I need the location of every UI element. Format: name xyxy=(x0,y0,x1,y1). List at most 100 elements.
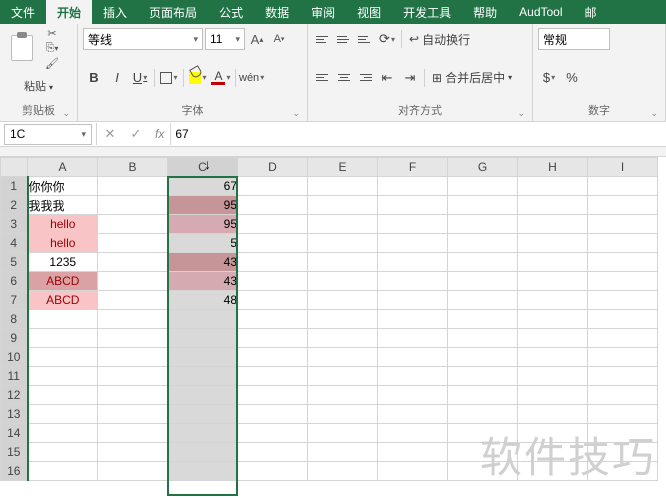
cell[interactable] xyxy=(98,234,168,253)
tab-help[interactable]: 帮助 xyxy=(462,0,508,24)
cell[interactable] xyxy=(588,272,658,291)
row-header[interactable]: 7 xyxy=(1,291,28,310)
cell[interactable] xyxy=(448,405,518,424)
row-header[interactable]: 9 xyxy=(1,329,28,348)
cancel-formula-button[interactable]: ✕ xyxy=(97,126,123,142)
formula-input[interactable]: 67 xyxy=(171,127,666,141)
align-center-button[interactable] xyxy=(334,68,354,88)
cell[interactable] xyxy=(588,234,658,253)
cell[interactable] xyxy=(168,443,238,462)
merge-center-button[interactable]: ⊞合并后居中▾ xyxy=(428,67,516,89)
cell[interactable] xyxy=(448,386,518,405)
cell[interactable] xyxy=(98,196,168,215)
cell[interactable] xyxy=(378,443,448,462)
cell[interactable] xyxy=(308,234,378,253)
paste-button[interactable] xyxy=(5,27,39,69)
row-header[interactable]: 8 xyxy=(1,310,28,329)
cell[interactable] xyxy=(448,310,518,329)
cell[interactable] xyxy=(588,386,658,405)
cell[interactable] xyxy=(28,310,98,329)
cell[interactable] xyxy=(378,310,448,329)
cell[interactable] xyxy=(308,291,378,310)
cell[interactable] xyxy=(168,310,238,329)
fill-color-button[interactable]: ▾ xyxy=(187,67,209,89)
cell[interactable] xyxy=(238,177,308,196)
cell[interactable] xyxy=(308,348,378,367)
cell[interactable] xyxy=(168,462,238,481)
accounting-format-button[interactable]: $▾ xyxy=(538,67,560,89)
font-name-combo[interactable]: 等线▾ xyxy=(83,28,203,50)
col-header-D[interactable]: D xyxy=(238,158,308,177)
row-header[interactable]: 2 xyxy=(1,196,28,215)
cell[interactable] xyxy=(588,348,658,367)
cell[interactable] xyxy=(238,348,308,367)
row-header[interactable]: 4 xyxy=(1,234,28,253)
cell[interactable] xyxy=(378,253,448,272)
cell[interactable]: 1235 xyxy=(28,253,98,272)
row-header[interactable]: 11 xyxy=(1,367,28,386)
cell[interactable] xyxy=(168,424,238,443)
cell[interactable]: 95 xyxy=(168,215,238,234)
cell[interactable]: 67 xyxy=(168,177,238,196)
cell[interactable] xyxy=(28,405,98,424)
cell[interactable] xyxy=(168,348,238,367)
cell[interactable] xyxy=(518,215,588,234)
cell[interactable] xyxy=(28,462,98,481)
cell[interactable]: 5 xyxy=(168,234,238,253)
tab-audtool[interactable]: AudTool xyxy=(508,0,573,24)
cell[interactable] xyxy=(518,405,588,424)
cell[interactable] xyxy=(518,386,588,405)
row-header[interactable]: 15 xyxy=(1,443,28,462)
cell[interactable] xyxy=(518,272,588,291)
cell[interactable] xyxy=(308,329,378,348)
cell[interactable] xyxy=(308,215,378,234)
cell[interactable] xyxy=(448,424,518,443)
cell[interactable] xyxy=(168,405,238,424)
cell[interactable] xyxy=(518,462,588,481)
cell[interactable] xyxy=(588,253,658,272)
cell[interactable] xyxy=(238,310,308,329)
percent-button[interactable]: % xyxy=(561,67,583,89)
cell[interactable] xyxy=(378,462,448,481)
cell[interactable] xyxy=(98,177,168,196)
cell[interactable] xyxy=(448,291,518,310)
cell[interactable] xyxy=(238,386,308,405)
col-header-C[interactable]: C xyxy=(168,158,238,177)
cell[interactable] xyxy=(378,234,448,253)
cell[interactable] xyxy=(308,177,378,196)
name-box[interactable]: 1C▾ xyxy=(4,124,92,145)
cell[interactable] xyxy=(378,405,448,424)
align-bottom-button[interactable] xyxy=(355,29,375,49)
cell[interactable] xyxy=(308,367,378,386)
cell[interactable] xyxy=(28,329,98,348)
number-format-combo[interactable]: 常规 xyxy=(538,28,610,50)
cell[interactable] xyxy=(28,443,98,462)
decrease-indent-button[interactable]: ⇤ xyxy=(376,67,398,89)
cell[interactable] xyxy=(588,424,658,443)
col-header-G[interactable]: G xyxy=(448,158,518,177)
cell[interactable] xyxy=(378,367,448,386)
cell[interactable] xyxy=(308,196,378,215)
cell[interactable] xyxy=(518,329,588,348)
tab-mail[interactable]: 邮 xyxy=(574,0,608,24)
cell[interactable] xyxy=(588,310,658,329)
cell[interactable]: hello xyxy=(28,234,98,253)
col-header-B[interactable]: B xyxy=(98,158,168,177)
cell[interactable]: hello xyxy=(28,215,98,234)
cell[interactable] xyxy=(98,405,168,424)
cell[interactable] xyxy=(98,291,168,310)
increase-font-button[interactable]: A▴ xyxy=(247,28,267,50)
col-header-E[interactable]: E xyxy=(308,158,378,177)
copy-button[interactable]: ⎘▾ xyxy=(42,42,62,55)
cell[interactable] xyxy=(378,196,448,215)
cell[interactable] xyxy=(448,443,518,462)
cell[interactable] xyxy=(588,462,658,481)
cell[interactable] xyxy=(308,405,378,424)
cell[interactable] xyxy=(378,424,448,443)
italic-button[interactable]: I xyxy=(106,67,128,89)
tab-review[interactable]: 审阅 xyxy=(300,0,346,24)
cell[interactable] xyxy=(238,405,308,424)
decrease-font-button[interactable]: A▾ xyxy=(269,28,289,50)
cell[interactable] xyxy=(28,424,98,443)
cell[interactable]: 95 xyxy=(168,196,238,215)
